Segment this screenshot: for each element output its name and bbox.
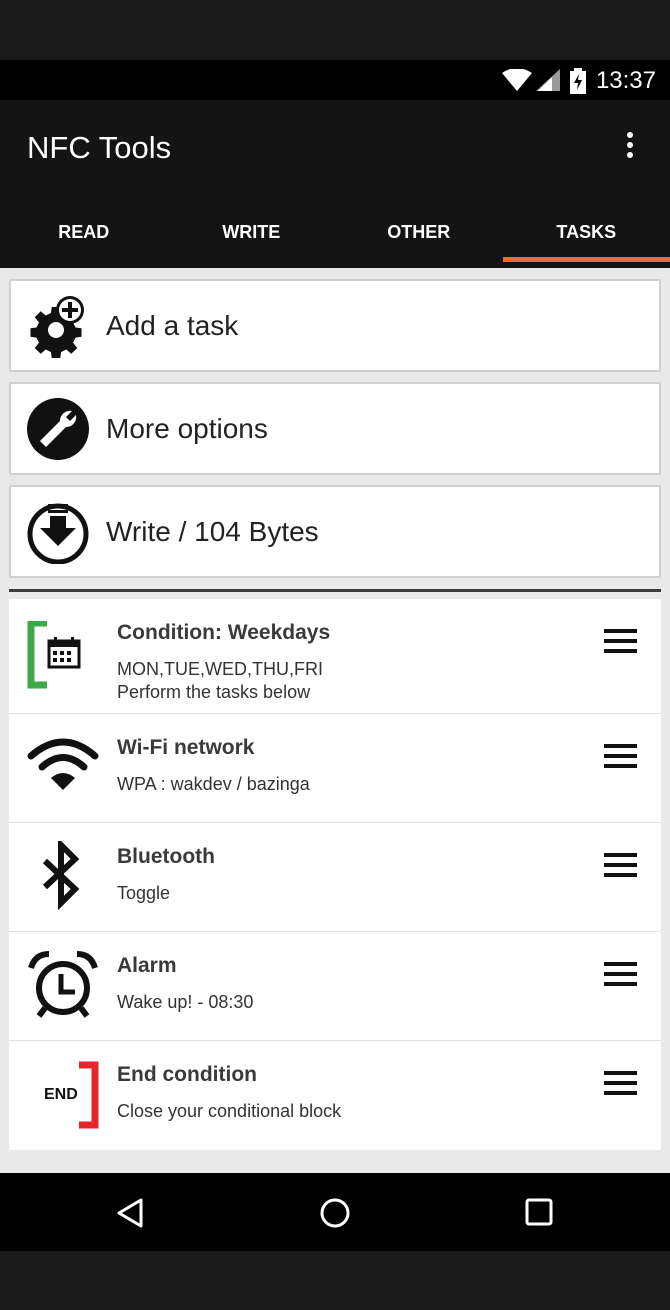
section-divider	[9, 589, 661, 592]
tab-other[interactable]: OTHER	[335, 200, 503, 268]
end-condition-icon: END	[27, 1061, 99, 1133]
tab-tasks[interactable]: TASKS	[502, 200, 670, 268]
bluetooth-icon	[42, 841, 80, 911]
task-title: Bluetooth	[117, 845, 215, 868]
clock: 13:37	[595, 67, 656, 94]
write-button[interactable]: Write / 104 Bytes	[9, 485, 661, 578]
tab-write[interactable]: WRITE	[168, 200, 336, 268]
drag-handle-icon[interactable]	[604, 1071, 637, 1101]
alarm-clock-icon	[28, 951, 98, 1018]
write-label: Write / 104 Bytes	[106, 515, 319, 547]
task-list: Condition: Weekdays MON,TUE,WED,THU,FRI …	[9, 599, 661, 1150]
drag-handle-icon[interactable]	[604, 629, 637, 659]
task-subtitle-secondary: Perform the tasks below	[117, 682, 311, 702]
drag-handle-icon[interactable]	[604, 853, 637, 883]
task-subtitle: Wake up! - 08:30	[117, 992, 254, 1012]
more-options-label: More options	[106, 412, 268, 444]
add-task-button[interactable]: Add a task	[9, 279, 661, 372]
status-bar: 13:37	[0, 60, 670, 100]
task-item-alarm[interactable]: Alarm Wake up! - 08:30	[9, 932, 661, 1041]
task-title: End condition	[117, 1063, 257, 1086]
wifi-signal-icon	[502, 69, 532, 91]
cell-signal-icon	[536, 69, 560, 91]
more-options-button[interactable]: More options	[9, 382, 661, 475]
task-title: Alarm	[117, 954, 177, 977]
wrench-icon	[27, 397, 89, 460]
task-item-end-condition[interactable]: END End condition Close your conditional…	[9, 1041, 661, 1150]
add-task-label: Add a task	[106, 309, 239, 341]
task-subtitle: MON,TUE,WED,THU,FRI	[117, 659, 323, 679]
end-icon-text: END	[44, 1086, 78, 1103]
drag-handle-icon[interactable]	[604, 962, 637, 992]
calendar-condition-icon	[27, 621, 81, 689]
app-title: NFC Tools	[27, 130, 172, 165]
wifi-icon	[27, 738, 99, 790]
task-item-bluetooth[interactable]: Bluetooth Toggle	[9, 823, 661, 932]
tab-bar: READ WRITE OTHER TASKS	[0, 200, 670, 268]
task-item-wifi[interactable]: Wi-Fi network WPA : wakdev / bazinga	[9, 714, 661, 823]
recents-icon[interactable]	[525, 1198, 553, 1226]
task-subtitle: Toggle	[117, 883, 171, 903]
overflow-menu-icon[interactable]	[620, 132, 640, 166]
download-icon	[27, 503, 89, 564]
battery-charging-icon	[570, 68, 586, 94]
bottom-area	[0, 1251, 670, 1310]
task-item-condition[interactable]: Condition: Weekdays MON,TUE,WED,THU,FRI …	[9, 599, 661, 714]
task-title: Wi-Fi network	[117, 736, 255, 759]
task-subtitle: WPA : wakdev / bazinga	[117, 774, 310, 794]
top-area	[0, 0, 670, 60]
navigation-bar	[0, 1173, 670, 1251]
drag-handle-icon[interactable]	[604, 744, 637, 774]
app-bar: NFC Tools	[0, 100, 670, 200]
gear-add-icon	[30, 295, 84, 358]
task-title: Condition: Weekdays	[117, 621, 331, 644]
home-icon[interactable]	[319, 1197, 351, 1229]
tab-read[interactable]: READ	[0, 200, 168, 268]
back-icon[interactable]	[116, 1197, 144, 1229]
task-subtitle: Close your conditional block	[117, 1101, 342, 1121]
